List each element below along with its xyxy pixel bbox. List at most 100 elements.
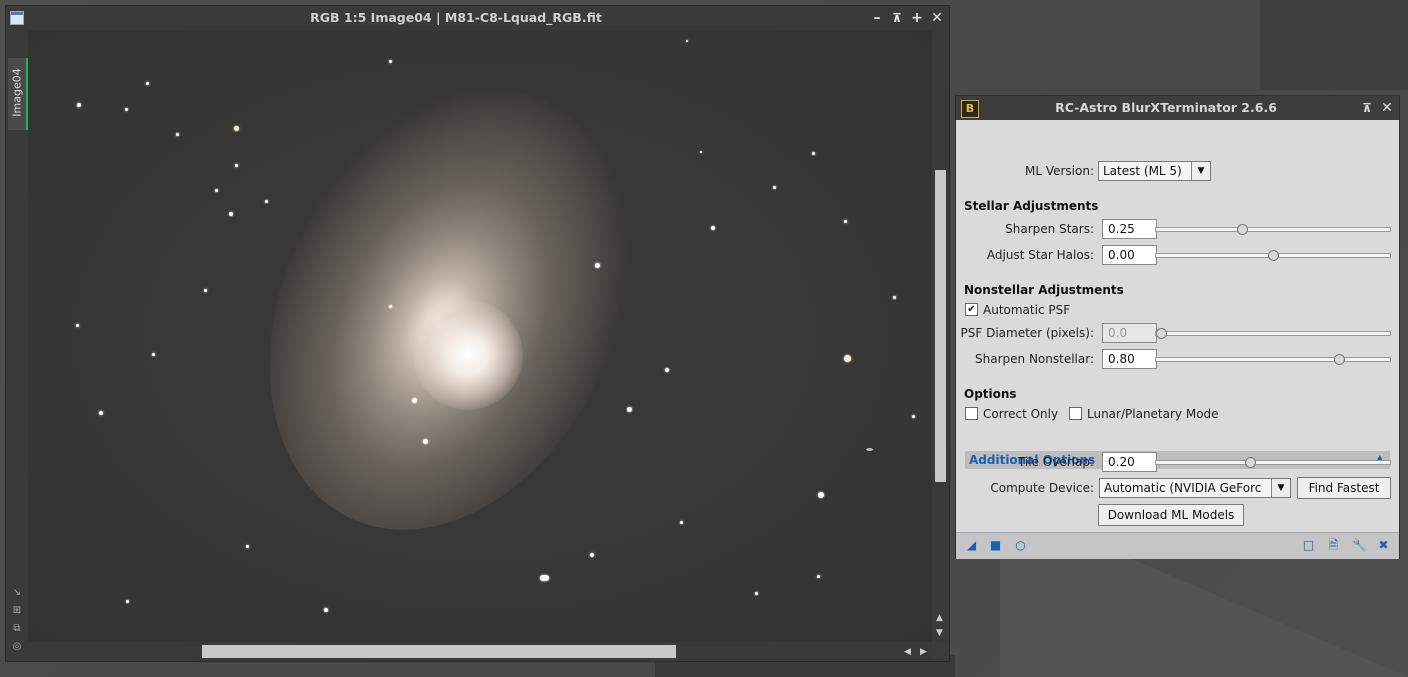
star (389, 305, 392, 308)
star (76, 324, 79, 327)
slider-handle[interactable] (1268, 250, 1279, 261)
wrench-icon[interactable]: 🔧 (1352, 539, 1367, 552)
star (711, 226, 715, 230)
psf-diameter-label: PSF Diameter (pixels): (960, 326, 1094, 340)
dialog-titlebar[interactable]: B RC-Astro BlurXTerminator 2.6.6 ⊼ ✕ (956, 96, 1399, 120)
lunar-mode-label: Lunar/Planetary Mode (1087, 407, 1219, 421)
galaxy-small (866, 448, 873, 451)
psf-diameter-input: 0.0 (1102, 323, 1157, 343)
scroll-left-icon[interactable]: ◀ (904, 647, 911, 657)
maximize-icon[interactable]: + (908, 9, 926, 27)
image-window-sidebar: Image04 ↘ ⊞ ⧉ ◎ (6, 30, 28, 661)
horizontal-scrollbar[interactable]: ◀ ▶ (28, 642, 932, 661)
adjust-halos-input[interactable]: 0.00 (1102, 245, 1157, 265)
star (235, 164, 238, 167)
automatic-psf-label: Automatic PSF (983, 303, 1071, 317)
star (817, 575, 820, 578)
star (125, 108, 128, 111)
star (912, 415, 915, 418)
tile-overlap-input[interactable]: 0.20 (1102, 452, 1157, 472)
sharpen-nonstellar-slider[interactable] (1155, 354, 1391, 365)
process-dialog[interactable]: B RC-Astro BlurXTerminator 2.6.6 ⊼ ✕ ML … (955, 95, 1400, 559)
slider-handle[interactable] (1237, 224, 1248, 235)
star (773, 186, 776, 189)
star (595, 263, 600, 268)
scroll-right-icon[interactable]: ▶ (920, 647, 927, 657)
compute-device-select[interactable]: Automatic (NVIDIA GeForc ▼ (1099, 478, 1291, 498)
star (844, 220, 847, 223)
image-window[interactable]: RGB 1:5 Image04 | M81-C8-Lquad_RGB.fit –… (5, 5, 950, 662)
fit-view-icon[interactable]: ⊞ (11, 605, 23, 617)
star (590, 553, 594, 557)
slider-handle[interactable] (1334, 354, 1345, 365)
slider-handle[interactable] (1245, 457, 1256, 468)
minimize-icon[interactable]: – (868, 9, 886, 27)
tile-overlap-slider[interactable] (1155, 457, 1391, 468)
reset-icon[interactable]: ✖ (1377, 539, 1390, 552)
new-instance-icon[interactable]: ◢ (965, 539, 978, 552)
sharpen-stars-slider[interactable] (1155, 224, 1391, 235)
workspace-shade (1260, 0, 1408, 90)
shade-icon[interactable]: ⊼ (888, 9, 906, 27)
scroll-up-icon[interactable]: ▲ (936, 613, 943, 623)
scroll-down-icon[interactable]: ▼ (936, 628, 943, 638)
sharpen-nonstellar-input[interactable]: 0.80 (1102, 349, 1157, 369)
apply-global-icon[interactable]: ○ (1014, 539, 1027, 552)
star (77, 103, 81, 107)
vertical-scrollbar[interactable]: ▲ ▼ (932, 30, 949, 642)
galaxy-core (413, 300, 523, 410)
nonstellar-heading: Nonstellar Adjustments (964, 283, 1124, 297)
lunar-mode-checkbox[interactable] (1069, 407, 1082, 420)
image-tab[interactable]: Image04 (8, 58, 28, 130)
close-icon[interactable]: ✕ (1378, 99, 1396, 117)
correct-only-checkbox[interactable] (965, 407, 978, 420)
preview-icon[interactable]: □ (1302, 539, 1315, 552)
slider-handle (1156, 328, 1167, 339)
correct-only-label: Correct Only (983, 407, 1059, 421)
sharpen-stars-input[interactable]: 0.25 (1102, 219, 1157, 239)
tile-overlap-label: Tile Overlap: (1017, 455, 1094, 469)
star (755, 592, 758, 595)
star (412, 398, 417, 403)
automatic-psf-checkbox[interactable]: ✔ (965, 303, 978, 316)
star (844, 355, 851, 362)
compute-device-label: Compute Device: (990, 481, 1094, 495)
star (812, 152, 815, 155)
download-ml-models-button[interactable]: Download ML Models (1098, 504, 1244, 526)
star (686, 40, 688, 42)
star (204, 289, 207, 292)
image-window-title: RGB 1:5 Image04 | M81-C8-Lquad_RGB.fit (310, 10, 602, 25)
adjust-halos-slider[interactable] (1155, 250, 1391, 261)
dialog-title: RC-Astro BlurXTerminator 2.6.6 (1055, 100, 1277, 115)
browse-doc-icon[interactable]: 🗎 (1327, 539, 1340, 552)
star (818, 492, 824, 498)
star (152, 353, 155, 356)
compute-device-value: Automatic (NVIDIA GeForc (1104, 481, 1262, 495)
image-tab-label: Image04 (10, 68, 24, 117)
star (265, 200, 268, 203)
close-icon[interactable]: ✕ (928, 9, 946, 27)
star (540, 575, 549, 581)
find-fastest-button[interactable]: Find Fastest (1297, 477, 1391, 499)
options-heading: Options (964, 387, 1017, 401)
zoom-fit-icon[interactable]: ↘ (11, 587, 23, 599)
chevron-down-icon[interactable]: ▼ (1271, 479, 1290, 497)
image-view[interactable] (28, 30, 932, 642)
image-window-titlebar[interactable]: RGB 1:5 Image04 | M81-C8-Lquad_RGB.fit –… (6, 6, 949, 30)
clone-icon[interactable]: ⧉ (11, 623, 23, 635)
apply-icon[interactable]: ■ (989, 539, 1002, 552)
sharpen-stars-label: Sharpen Stars: (1005, 222, 1094, 236)
star (176, 133, 179, 136)
ml-version-select[interactable]: Latest (ML 5) ▼ (1098, 161, 1211, 181)
vertical-scroll-thumb[interactable] (935, 170, 946, 482)
star (627, 407, 632, 412)
mask-icon[interactable]: ◎ (11, 641, 23, 653)
chevron-down-icon[interactable]: ▼ (1191, 162, 1210, 180)
dialog-body: ML Version: Latest (ML 5) ▼ Stellar Adju… (956, 120, 1399, 532)
star (700, 151, 702, 153)
star (99, 411, 103, 415)
horizontal-scroll-thumb[interactable] (202, 645, 676, 658)
shade-icon[interactable]: ⊼ (1358, 99, 1376, 117)
star (324, 608, 328, 612)
sharpen-nonstellar-label: Sharpen Nonstellar: (975, 352, 1094, 366)
